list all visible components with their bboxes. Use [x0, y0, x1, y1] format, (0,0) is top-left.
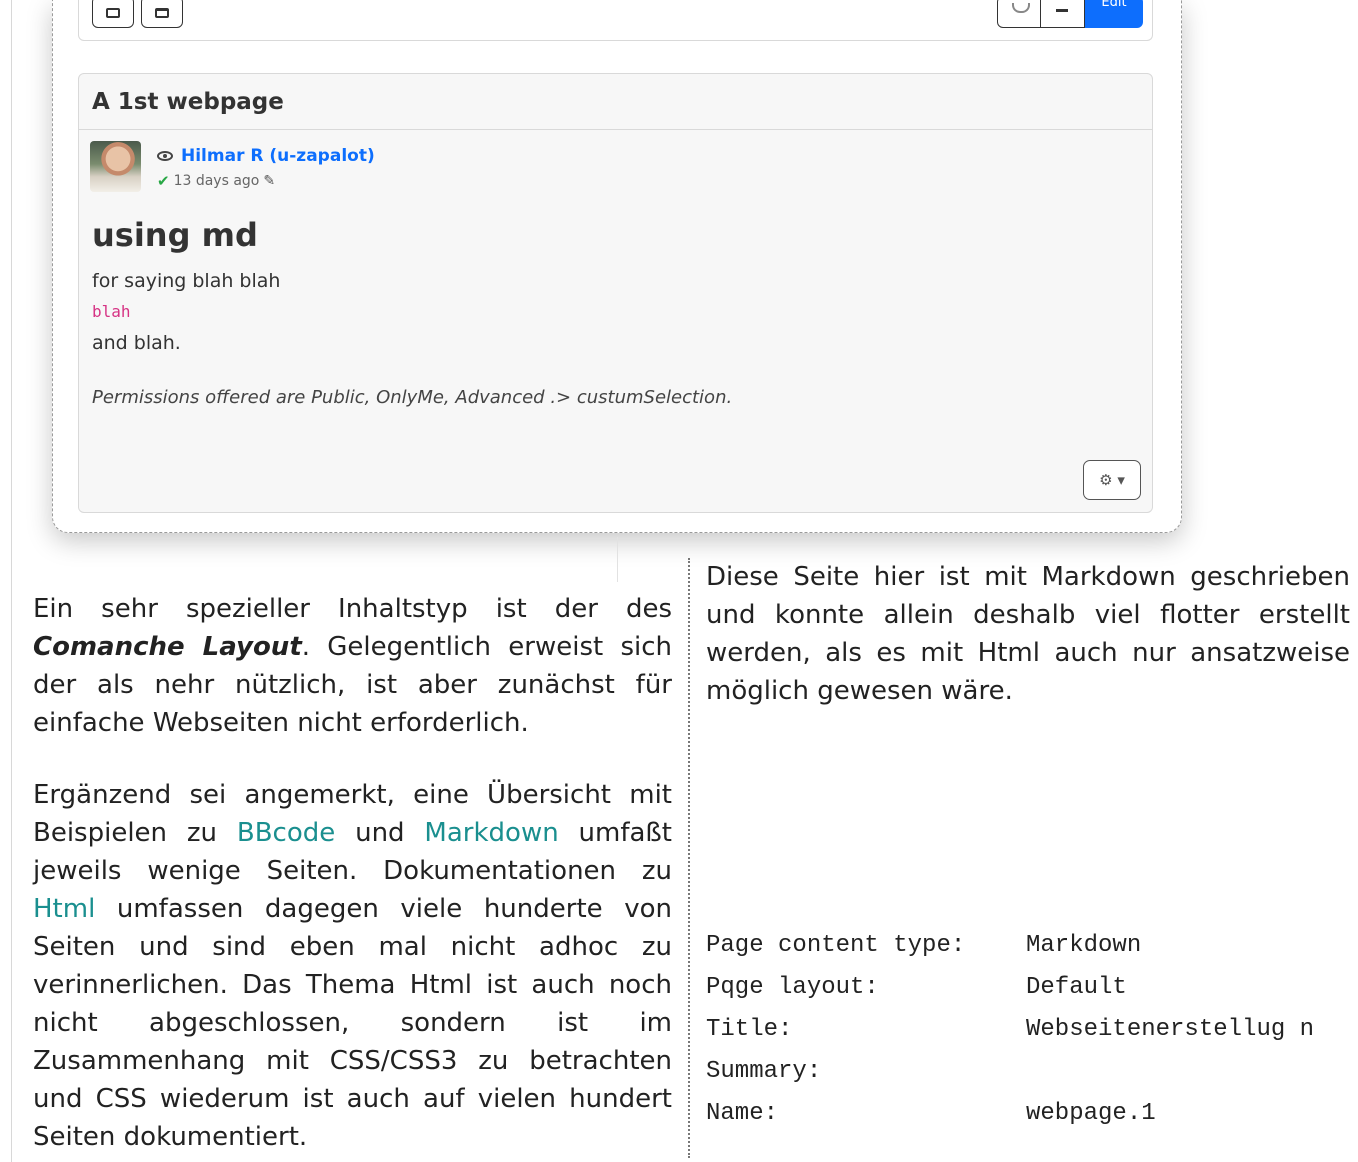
meta-row: Name: webpage.1: [706, 1100, 1156, 1127]
post-title: A 1st webpage: [79, 74, 1152, 130]
embedded-screenshot: Edit A 1st webpage Hilmar R (u-zapalot) …: [52, 0, 1182, 533]
post-toolbar: Edit: [78, 0, 1153, 41]
post-code: blah: [92, 302, 131, 321]
settings-dropdown-button[interactable]: ⚙ ▾: [1083, 460, 1141, 500]
divider: [617, 537, 618, 582]
post-heading: using md: [92, 216, 258, 254]
post-meta: ✔ 13 days ago ✎: [157, 172, 275, 190]
page-meta-block: Page content type: Markdown Pqge layout: D…: [706, 925, 1350, 1135]
column-divider: [688, 558, 690, 1158]
edit-button-group: Edit: [997, 0, 1143, 28]
post-body: Hilmar R (u-zapalot) ✔ 13 days ago ✎ usi…: [79, 130, 1152, 513]
post-text-line: and blah.: [92, 332, 181, 354]
eye-icon: [157, 151, 173, 161]
meta-row: Title: Webseitenerstellug n: [706, 1016, 1315, 1043]
link-markdown[interactable]: Markdown: [424, 818, 558, 848]
article-column-right: Diese Seite hier ist mit Markdown geschr…: [706, 558, 1350, 744]
paragraph-2: Ergänzend sei angemerkt, eine Übersicht …: [33, 780, 672, 1152]
meta-row: Page content type: Markdown: [706, 932, 1142, 959]
paragraph-1: Ein sehr spezieller Inhaltstyp ist der d…: [33, 594, 672, 738]
toolbar-button-2[interactable]: [141, 0, 183, 28]
meta-row: Summary:: [706, 1058, 822, 1085]
caret-down-icon: ▾: [1117, 471, 1125, 489]
avatar[interactable]: [90, 141, 141, 192]
meta-row: Pqge layout: Default: [706, 974, 1127, 1001]
toolbar-button-1[interactable]: [92, 0, 134, 28]
post-text-line: for saying blah blah: [92, 270, 281, 292]
page-left-border: [11, 0, 12, 1162]
check-icon: ✔: [157, 172, 170, 190]
author-link[interactable]: Hilmar R (u-zapalot): [181, 146, 375, 166]
gear-icon: ⚙: [1099, 471, 1113, 489]
calendar-icon: [155, 8, 169, 18]
link-bbcode[interactable]: BBcode: [237, 818, 335, 848]
pencil-icon[interactable]: ✎: [263, 173, 275, 189]
link-html[interactable]: Html: [33, 894, 95, 924]
post-card: A 1st webpage Hilmar R (u-zapalot) ✔ 13 …: [78, 73, 1153, 513]
article-column-left: Ein sehr spezieller Inhaltstyp ist der d…: [33, 590, 672, 1162]
author-line: Hilmar R (u-zapalot): [157, 146, 375, 166]
emphasis-comanche-layout: Comanche Layout: [33, 632, 302, 662]
preview-button[interactable]: [997, 0, 1041, 28]
edit-button[interactable]: Edit: [1085, 0, 1143, 28]
post-time: 13 days ago: [173, 173, 260, 189]
minus-button[interactable]: [1041, 0, 1085, 28]
paragraph-3: Diese Seite hier ist mit Markdown geschr…: [706, 562, 1350, 706]
document-icon: [106, 8, 120, 18]
permissions-note: Permissions offered are Public, OnlyMe, …: [92, 387, 733, 408]
